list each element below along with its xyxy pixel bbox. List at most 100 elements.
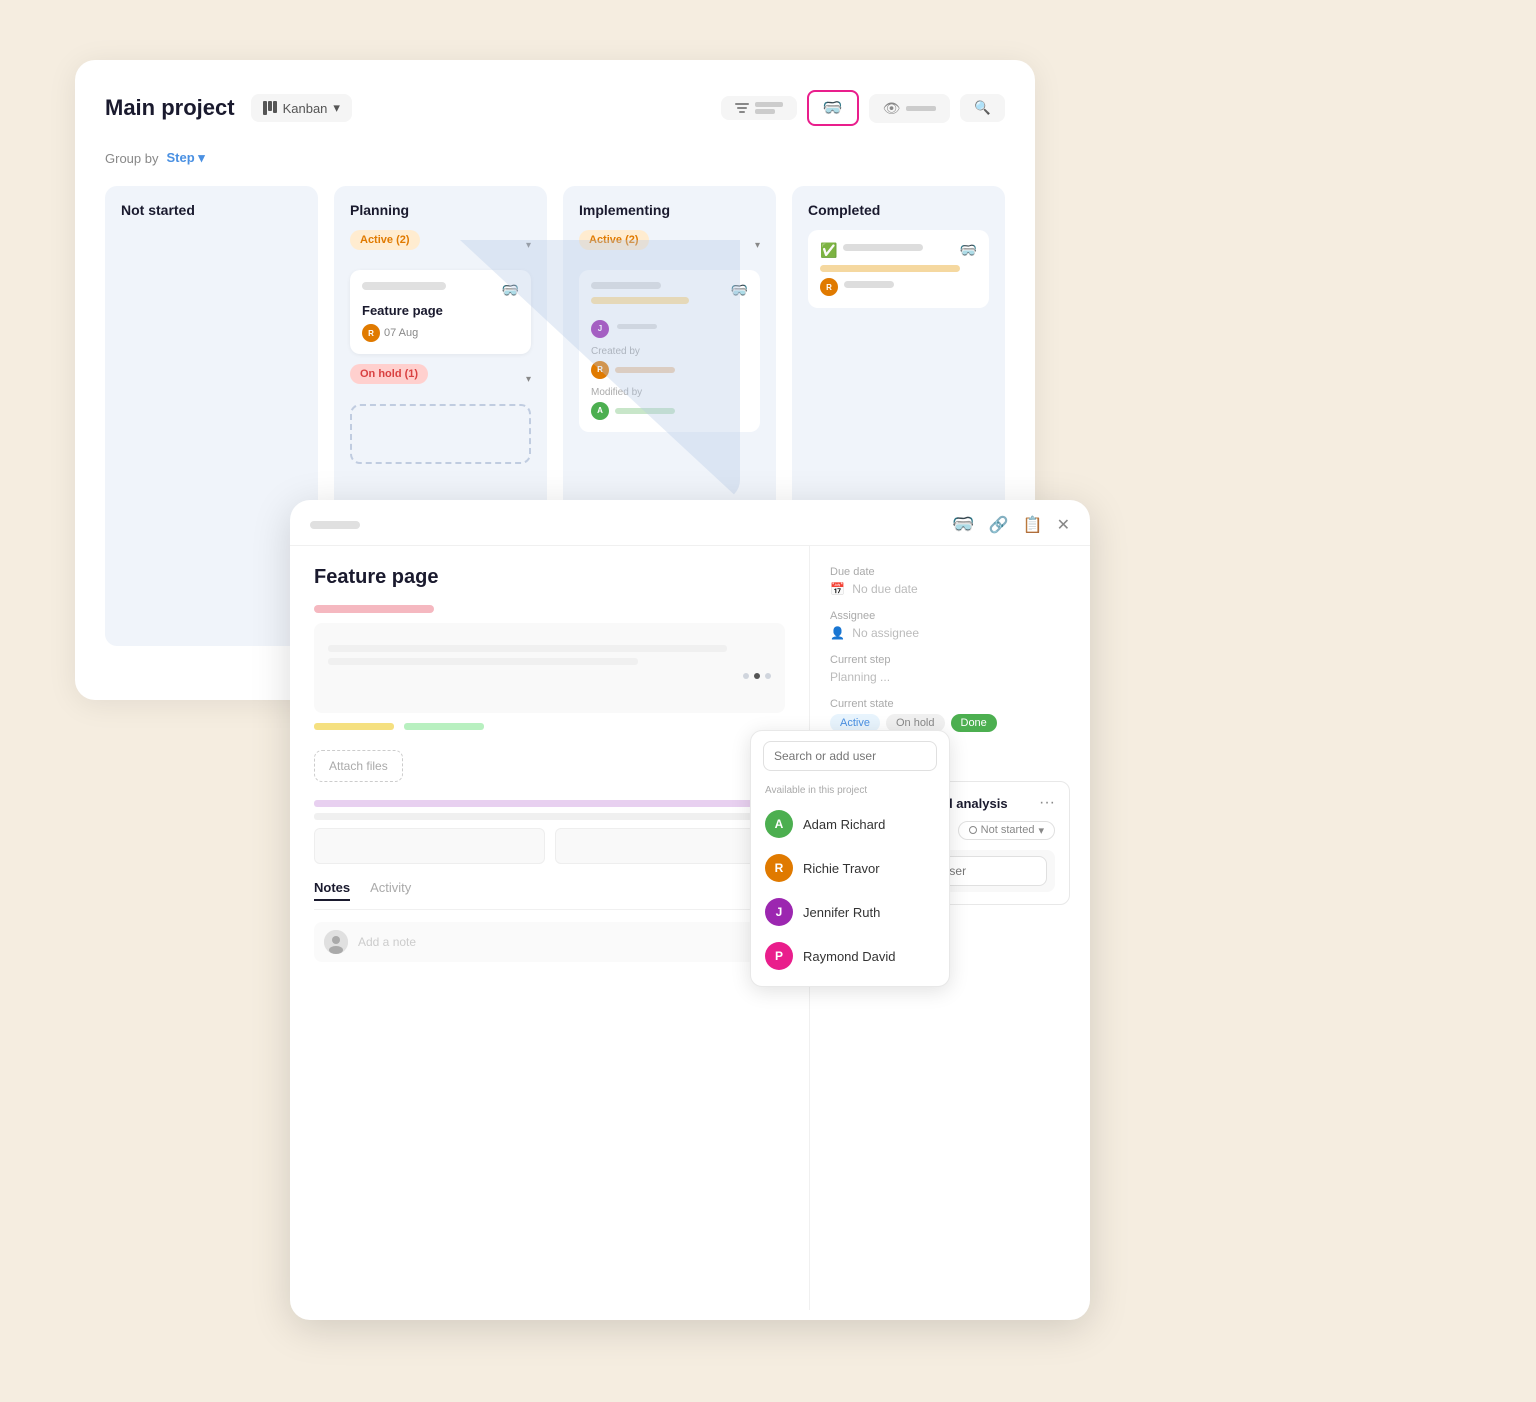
implementing-card: 🥽 J Created by R Modified by A <box>579 270 760 432</box>
onhold-badge[interactable]: On hold (1) <box>350 364 428 384</box>
calendar-icon: 📅 <box>830 582 845 596</box>
column-title-not-started: Not started <box>121 202 302 218</box>
text-lines-2 <box>314 800 785 820</box>
text-line-b <box>328 658 638 665</box>
search-icon: 🔍 <box>974 100 991 115</box>
chevron-down-icon: ▾ <box>333 100 340 116</box>
modal-topbar: 🥽 🔗 📋 ✕ <box>290 500 1090 546</box>
chevron-icon-3: ▾ <box>755 240 760 251</box>
filter-button[interactable] <box>721 96 797 120</box>
column-title-completed: Completed <box>808 202 989 218</box>
modal-close-button[interactable]: ✕ <box>1057 515 1070 535</box>
toolbar-buttons: 🥽 👁 🔍 <box>721 90 1005 126</box>
impl-line-2 <box>591 297 689 304</box>
user-item-richie[interactable]: R Richie Travor <box>751 846 949 890</box>
active-badge-row: Active (2) ▾ <box>350 230 531 260</box>
add-note-row[interactable]: Add a note <box>314 922 785 962</box>
impl-assignee-row: J <box>591 318 748 338</box>
kanban-header: Main project Kanban ▾ <box>105 90 1005 126</box>
kanban-icon <box>263 101 277 115</box>
impl-card-header: 🥽 <box>591 282 748 312</box>
task-avatar: R <box>362 324 380 342</box>
modal-watch-button[interactable]: 🥽 <box>952 514 974 535</box>
user-item-adam[interactable]: A Adam Richard <box>751 802 949 846</box>
group-by-bar: Group by Step ▾ <box>105 150 1005 166</box>
current-step-label: Current step <box>830 654 1070 666</box>
modal-title: Feature page <box>314 566 785 589</box>
not-started-wrapper: Not started ▾ <box>958 821 1055 840</box>
current-state-label: Current state <box>830 698 1070 710</box>
user-list: A Adam Richard R Richie Travor J Jennife… <box>751 802 949 986</box>
binoculars-icon: 🥽 <box>823 98 843 118</box>
onhold-badge-row: On hold (1) ▾ <box>350 364 531 394</box>
project-title: Main project <box>105 95 235 121</box>
modal-copy-button[interactable]: 📋 <box>1023 515 1043 535</box>
modal-actions: 🥽 🔗 📋 ✕ <box>952 514 1070 535</box>
modifier-line <box>615 408 675 414</box>
attach-file-button[interactable]: Attach files <box>314 750 403 782</box>
user-item-jennifer[interactable]: J Jennifer Ruth <box>751 890 949 934</box>
not-started-badge[interactable]: Not started ▾ <box>958 821 1055 840</box>
available-label: Available in this project <box>751 781 949 802</box>
task-card-feature-page[interactable]: 🥽 Feature page R 07 Aug <box>350 270 531 354</box>
watch-toggle-button[interactable]: 🥽 <box>807 90 859 126</box>
search-button[interactable]: 🔍 <box>960 94 1005 122</box>
comp-line-3 <box>844 281 894 288</box>
impl-active-badge[interactable]: Active (2) <box>579 230 649 250</box>
impl-avatar: J <box>591 320 609 338</box>
note-user-avatar <box>324 930 348 954</box>
group-by-label: Group by <box>105 151 158 166</box>
due-date-label: Due date <box>830 566 1070 578</box>
assignee-value: 👤 No assignee <box>830 626 1070 640</box>
dots-row <box>328 673 771 679</box>
task-date: R 07 Aug <box>362 324 519 342</box>
chevron-down-small: ▾ <box>1038 824 1044 837</box>
impl-line-1 <box>591 282 661 289</box>
text-lines-1 <box>328 645 771 665</box>
modified-by-row: A <box>591 402 748 420</box>
chevron-icon: ▾ <box>526 240 531 251</box>
content-line-1 <box>314 605 434 613</box>
content-block-small-1 <box>314 828 545 864</box>
detail-modal: 🥽 🔗 📋 ✕ Feature page <box>290 500 1090 1320</box>
created-by-row: R <box>591 361 748 379</box>
placeholder-yellow <box>314 723 394 730</box>
kanban-view-button[interactable]: Kanban ▾ <box>251 94 352 122</box>
modified-by-label: Modified by <box>591 387 748 398</box>
notes-tab[interactable]: Notes <box>314 880 350 901</box>
user-search-input[interactable] <box>763 741 937 771</box>
comp-watch-icon: 🥽 <box>960 242 977 259</box>
column-not-started: Not started <box>105 186 318 646</box>
column-title-planning: Planning <box>350 202 531 218</box>
current-state-field: Current state Active On hold Done <box>830 698 1070 732</box>
text-line-purple <box>314 800 785 807</box>
user-item-raymond[interactable]: P Raymond David <box>751 934 949 978</box>
modal-link-button[interactable]: 🔗 <box>989 515 1009 535</box>
not-started-circle <box>969 826 977 834</box>
modal-topbar-left <box>310 521 360 529</box>
add-card-planning[interactable] <box>350 404 531 464</box>
group-by-step[interactable]: Step ▾ <box>166 150 204 166</box>
eye-icon: 👁 <box>883 100 901 117</box>
assignee-label: Assignee <box>830 610 1070 622</box>
due-date-field: Due date 📅 No due date <box>830 566 1070 596</box>
text-line-a <box>328 645 727 652</box>
comp-avatar: R <box>820 278 838 296</box>
text-line-c <box>314 813 785 820</box>
state-done-badge[interactable]: Done <box>951 714 997 732</box>
comp-line-2 <box>820 265 960 272</box>
view-options-button[interactable]: 👁 <box>869 94 951 123</box>
activity-tab[interactable]: Activity <box>370 880 411 901</box>
note-avatar-icon <box>324 930 348 954</box>
subtask-dots-button[interactable]: ··· <box>1039 794 1055 812</box>
active-badge[interactable]: Active (2) <box>350 230 420 250</box>
user-avatar-jennifer: J <box>765 898 793 926</box>
note-placeholder: Add a note <box>358 935 416 949</box>
placeholder-rows-1 <box>314 723 785 730</box>
creator-line <box>615 367 675 373</box>
user-name-raymond: Raymond David <box>803 949 896 964</box>
user-search-dropdown: Available in this project A Adam Richard… <box>750 730 950 987</box>
filter-icon <box>735 103 749 113</box>
user-icon: 👤 <box>830 626 845 640</box>
current-step-value: Planning ... <box>830 670 1070 684</box>
